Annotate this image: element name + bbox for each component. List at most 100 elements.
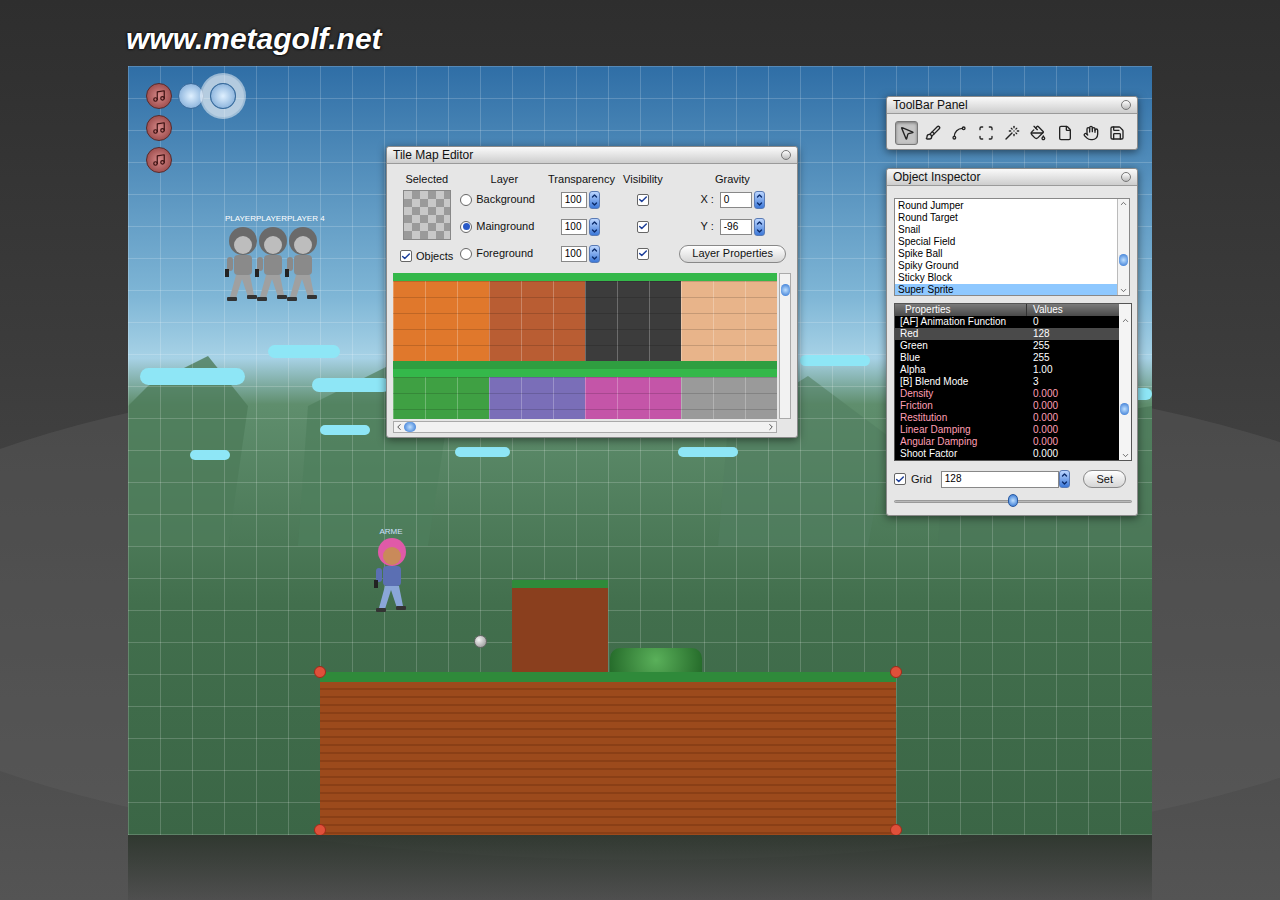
toolbar-panel-window[interactable]: ToolBar Panel <box>886 96 1138 150</box>
music-button[interactable] <box>146 83 172 109</box>
property-row[interactable]: Density0.000 <box>895 388 1119 400</box>
cloud-platform[interactable] <box>800 355 870 366</box>
layer-radio[interactable] <box>460 194 472 206</box>
tile-swatch[interactable] <box>489 369 585 419</box>
property-row[interactable]: Green255 <box>895 340 1119 352</box>
object-list-item[interactable]: Spiky Ground <box>895 260 1117 272</box>
object-list-scrollbar[interactable] <box>1117 199 1129 295</box>
properties-scrollbar[interactable] <box>1119 304 1131 460</box>
property-value[interactable]: 0.000 <box>1027 436 1119 448</box>
tool-button[interactable] <box>948 121 971 145</box>
tile-horizontal-scrollbar[interactable] <box>393 421 777 433</box>
cloud-platform[interactable] <box>455 447 510 457</box>
down-arrow-icon[interactable] <box>590 227 599 235</box>
property-value[interactable]: 0.000 <box>1027 412 1119 424</box>
field-input[interactable]: 0 <box>720 192 752 208</box>
spinner[interactable] <box>754 218 765 236</box>
left-arrow-icon[interactable] <box>394 422 404 432</box>
tile-swatch[interactable] <box>585 273 681 369</box>
object-list-item[interactable]: Super Sprite <box>895 284 1117 295</box>
scroll-thumb[interactable] <box>1119 254 1128 266</box>
down-arrow-icon[interactable] <box>590 254 599 262</box>
right-arrow-icon[interactable] <box>766 422 776 432</box>
tool-button[interactable] <box>921 121 944 145</box>
layer-radio[interactable] <box>460 221 472 233</box>
tool-button[interactable] <box>1106 121 1129 145</box>
small-block[interactable] <box>512 580 608 672</box>
property-row[interactable]: Linear Damping0.000 <box>895 424 1119 436</box>
tool-button[interactable] <box>1079 121 1102 145</box>
grid-size-input[interactable]: 128 <box>941 471 1059 488</box>
property-value[interactable]: 255 <box>1027 352 1119 364</box>
set-button[interactable]: Set <box>1083 470 1126 488</box>
object-list-item[interactable]: Round Target <box>895 212 1117 224</box>
cloud-platform[interactable] <box>268 345 340 358</box>
tile-vertical-scrollbar[interactable] <box>779 273 791 419</box>
property-value[interactable]: 0.000 <box>1027 448 1119 460</box>
cloud-platform[interactable] <box>320 425 370 435</box>
grid-checkbox[interactable] <box>894 473 906 485</box>
field-input[interactable]: 100 <box>561 192 587 208</box>
close-icon[interactable] <box>781 150 791 160</box>
bush[interactable] <box>610 648 702 672</box>
player-sprite-icon[interactable] <box>279 225 325 303</box>
window-title-bar[interactable]: Object Inspector <box>887 169 1137 186</box>
property-value[interactable]: 0 <box>1027 316 1119 328</box>
layer-radio[interactable] <box>460 248 472 260</box>
down-arrow-icon[interactable] <box>1119 286 1128 295</box>
spinner[interactable] <box>589 245 600 263</box>
property-value[interactable]: 255 <box>1027 340 1119 352</box>
grid-slider[interactable] <box>894 494 1132 508</box>
object-list-item[interactable]: Spike Ball <box>895 248 1117 260</box>
layer-radio-row[interactable]: Mainground <box>460 218 548 235</box>
tool-button[interactable] <box>895 121 918 145</box>
down-arrow-icon[interactable] <box>590 200 599 208</box>
object-list-item[interactable]: Round Jumper <box>895 200 1117 212</box>
spinner[interactable] <box>589 218 600 236</box>
scroll-thumb[interactable] <box>404 422 416 432</box>
layer-radio-row[interactable]: Foreground <box>460 245 548 262</box>
down-arrow-icon[interactable] <box>1121 451 1130 460</box>
property-row[interactable]: Angular Damping0.000 <box>895 436 1119 448</box>
scroll-thumb[interactable] <box>781 284 790 296</box>
visibility-checkbox[interactable] <box>637 221 649 233</box>
vertex-handle[interactable] <box>314 666 326 678</box>
object-list-item[interactable]: Special Field <box>895 236 1117 248</box>
up-arrow-icon[interactable] <box>590 192 599 200</box>
spinner[interactable] <box>754 191 765 209</box>
vertex-handle[interactable] <box>890 666 902 678</box>
tile-map-editor-window[interactable]: Tile Map EditorSelectedLayerTransparency… <box>386 146 798 438</box>
ball[interactable] <box>474 635 487 648</box>
up-arrow-icon[interactable] <box>1060 471 1069 479</box>
property-row[interactable]: Restitution0.000 <box>895 412 1119 424</box>
visibility-checkbox[interactable] <box>637 248 649 260</box>
property-value[interactable]: 1.00 <box>1027 364 1119 376</box>
scroll-thumb[interactable] <box>1120 403 1129 415</box>
tile-swatch[interactable] <box>585 369 681 419</box>
field-input[interactable]: 100 <box>561 219 587 235</box>
object-list-item[interactable]: Snail <box>895 224 1117 236</box>
objects-checkbox-row[interactable]: Objects <box>400 248 453 265</box>
tool-button[interactable] <box>1000 121 1023 145</box>
object-list-item[interactable]: Sticky Block <box>895 272 1117 284</box>
property-value[interactable]: 0.000 <box>1027 388 1119 400</box>
object-inspector-window[interactable]: Object Inspector Round JumperRound Target… <box>886 168 1138 516</box>
spinner[interactable] <box>589 191 600 209</box>
close-icon[interactable] <box>1121 172 1131 182</box>
property-row[interactable]: [AF] Animation Function0 <box>895 316 1119 328</box>
down-arrow-icon[interactable] <box>755 200 764 208</box>
tool-button[interactable] <box>1053 121 1076 145</box>
cloud-platform[interactable] <box>140 368 245 385</box>
tile-grid[interactable] <box>393 273 777 419</box>
vertex-handle[interactable] <box>890 824 902 835</box>
cloud-platform[interactable] <box>312 378 390 392</box>
up-arrow-icon[interactable] <box>590 219 599 227</box>
field-input[interactable]: 100 <box>561 246 587 262</box>
ground-block[interactable] <box>320 672 896 835</box>
character[interactable]: ARME <box>368 528 414 614</box>
cloud-platform[interactable] <box>190 450 230 460</box>
objects-checkbox[interactable] <box>400 250 412 262</box>
window-title-bar[interactable]: Tile Map Editor <box>387 147 797 164</box>
property-row[interactable]: Alpha1.00 <box>895 364 1119 376</box>
property-row[interactable]: [B] Blend Mode3 <box>895 376 1119 388</box>
